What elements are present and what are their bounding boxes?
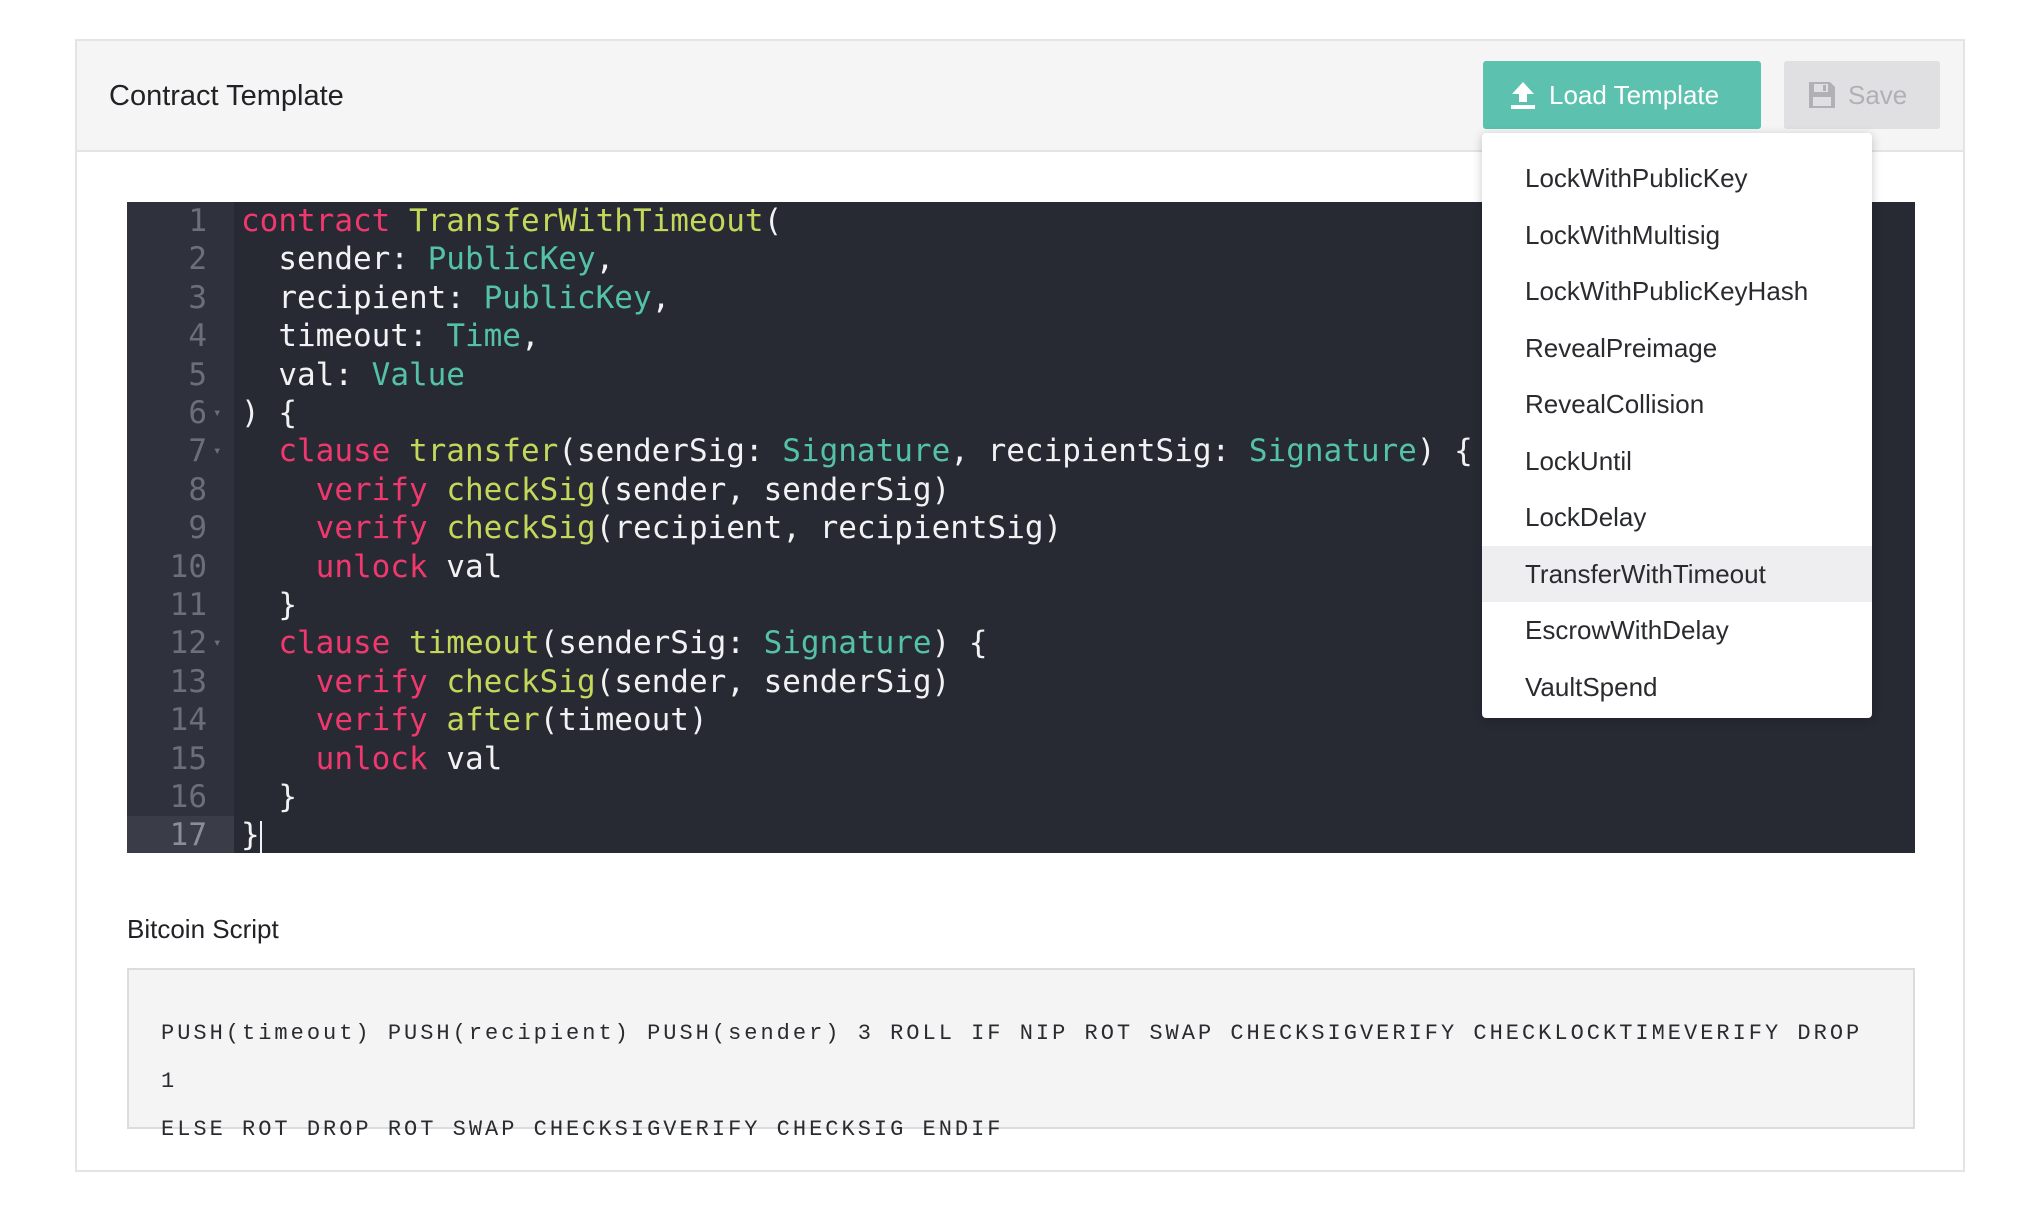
code-text: clause timeout(senderSig: Signature) { <box>278 625 988 662</box>
line-number: 11 <box>169 587 207 623</box>
upload-icon <box>1511 82 1535 109</box>
line-number: 9 <box>188 510 207 547</box>
code-text: unlock val <box>315 548 503 585</box>
code-text: ) { <box>241 395 297 431</box>
line-number: 13 <box>169 663 207 700</box>
load-template-button[interactable]: Load Template <box>1483 61 1761 129</box>
line-number: 15 <box>169 740 207 777</box>
script-line: ELSE ROT DROP ROT SWAP CHECKSIGVERIFY CH… <box>161 1117 1004 1142</box>
template-option[interactable]: EscrowWithDelay <box>1482 602 1872 659</box>
template-option[interactable]: RevealCollision <box>1482 376 1872 433</box>
template-option[interactable]: LockWithPublicKey <box>1482 150 1872 207</box>
template-dropdown-menu: LockWithPublicKey LockWithMultisig LockWit… <box>1482 133 1872 718</box>
script-line: PUSH(timeout) PUSH(recipient) PUSH(sende… <box>161 1021 1863 1094</box>
code-text: verify checkSig(recipient, recipientSig) <box>315 510 1063 547</box>
bitcoin-script-output: PUSH(timeout) PUSH(recipient) PUSH(sende… <box>127 968 1915 1142</box>
line-number: 8 <box>188 471 207 508</box>
line-number: 16 <box>169 779 207 815</box>
template-option[interactable]: LockUntil <box>1482 433 1872 490</box>
floppy-disk-icon <box>1809 82 1835 108</box>
fold-arrow-icon[interactable]: ▾ <box>213 394 221 432</box>
code-text: recipient: PublicKey, <box>241 279 671 316</box>
code-text: verify checkSig(sender, senderSig) <box>315 663 951 700</box>
code-text: } <box>241 817 262 853</box>
bitcoin-script-title: Bitcoin Script <box>127 914 279 944</box>
template-option[interactable]: LockDelay <box>1482 489 1872 546</box>
code-text: clause transfer(senderSig: Signature, re… <box>278 433 1473 470</box>
line-number: 12 <box>169 625 207 662</box>
load-template-label: Load Template <box>1549 80 1720 110</box>
line-number: 2 <box>188 241 207 278</box>
line-number: 5 <box>188 356 207 393</box>
code-line[interactable]: 15 unlock val <box>127 740 1915 778</box>
code-text: } <box>241 587 297 623</box>
code-text: sender: PublicKey, <box>241 241 615 278</box>
line-number: 14 <box>169 702 207 739</box>
line-number: 10 <box>169 548 207 585</box>
code-text: verify checkSig(sender, senderSig) <box>315 471 951 508</box>
fold-arrow-icon[interactable]: ▾ <box>213 624 221 662</box>
code-text: unlock val <box>315 740 503 777</box>
line-number: 3 <box>188 279 207 316</box>
code-text: } <box>241 779 297 815</box>
code-line[interactable]: 16 } <box>127 778 1915 816</box>
template-option[interactable]: LockWithMultisig <box>1482 207 1872 264</box>
code-text: verify after(timeout) <box>315 702 708 739</box>
line-number: 6 <box>188 395 207 431</box>
template-option[interactable]: TransferWithTimeout <box>1482 545 1872 602</box>
code-text: val: Value <box>241 356 465 393</box>
save-label: Save <box>1848 80 1908 110</box>
panel-title: Contract Template <box>109 80 344 112</box>
fold-arrow-icon[interactable]: ▾ <box>213 432 221 470</box>
line-number: 17 <box>169 817 207 853</box>
line-number: 4 <box>188 318 207 355</box>
code-line[interactable]: 17} <box>127 816 1915 853</box>
line-number: 1 <box>188 203 207 239</box>
save-button[interactable]: Save <box>1784 61 1940 129</box>
template-option[interactable]: VaultSpend <box>1482 659 1872 716</box>
template-option[interactable]: LockWithPublicKeyHash <box>1482 263 1872 320</box>
code-text: contract TransferWithTimeout( <box>241 203 783 239</box>
code-text: timeout: Time, <box>241 318 540 355</box>
line-number: 7 <box>188 433 207 470</box>
text-cursor <box>259 820 262 853</box>
template-option[interactable]: RevealPreimage <box>1482 320 1872 377</box>
